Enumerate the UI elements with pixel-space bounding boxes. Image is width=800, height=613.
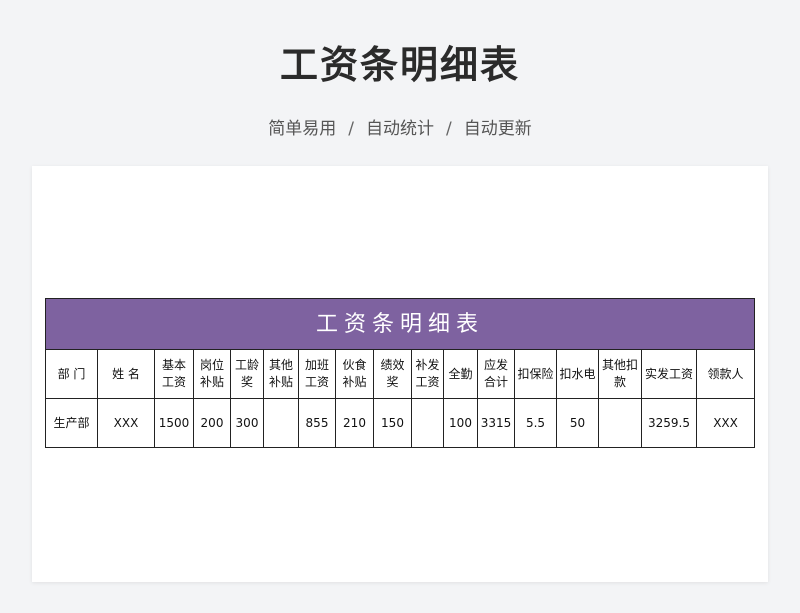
column-header: 其他 补贴 <box>263 349 299 399</box>
header-row: 部 门姓 名基本 工资 岗位 补贴 工龄 奖其他 补贴 加班 工资 伙食 补贴 绩效 奖补… <box>45 349 756 399</box>
table-cell[interactable]: 210 <box>335 398 374 448</box>
feature-tagline: 简单易用 / 自动统计 / 自动更新 <box>0 114 800 139</box>
page-title: 工资条明细表 <box>279 43 520 87</box>
table-cell[interactable] <box>411 398 444 448</box>
tag-auto-update: 自动更新 <box>463 119 532 139</box>
tag-auto-stat: 自动统计 <box>366 119 434 139</box>
column-header: 应发 合计 <box>477 349 515 399</box>
column-header: 领款人 <box>695 349 756 399</box>
spreadsheet-preview: 工资条明细表 部 门姓 名基本 工资 岗位 补贴 工龄 奖其他 补贴 加班 工资 伙食 … <box>32 166 768 582</box>
table-cell[interactable]: 3315 <box>477 398 515 448</box>
column-header: 绩效 奖 <box>373 349 412 399</box>
tag-easy: 简单易用 <box>268 119 337 139</box>
salary-table: 工资条明细表 部 门姓 名基本 工资 岗位 补贴 工龄 奖其他 补贴 加班 工资 伙食 … <box>44 298 756 448</box>
table-cell[interactable]: 150 <box>373 398 412 448</box>
column-header: 扣保险 <box>514 349 557 399</box>
table-cell[interactable]: 5.5 <box>514 398 557 448</box>
table-cell[interactable]: 300 <box>230 398 264 448</box>
column-header: 工龄 奖 <box>230 349 264 399</box>
column-header: 姓 名 <box>97 349 155 399</box>
table-cell[interactable]: 1500 <box>154 398 194 448</box>
column-header: 岗位 补贴 <box>193 349 231 399</box>
table-cell[interactable]: 855 <box>298 398 336 448</box>
column-header: 全勤 <box>443 349 478 399</box>
column-header: 基本 工资 <box>154 349 194 399</box>
table-cell[interactable]: 200 <box>193 398 231 448</box>
column-header: 部 门 <box>45 349 98 399</box>
table-cell[interactable]: 50 <box>556 398 599 448</box>
table-row: 生产部 XXX 1500 200 300 855 210 150 100 3315 5.5 50 325… <box>45 398 756 448</box>
tag-separator: / <box>446 119 452 139</box>
column-header: 其他扣 款 <box>598 349 642 399</box>
table-banner: 工资条明细表 <box>44 298 756 350</box>
tag-separator: / <box>348 119 354 139</box>
table-cell[interactable]: XXX <box>97 398 155 448</box>
table-cell[interactable]: 生产部 <box>45 398 98 448</box>
column-header: 补发 工资 <box>411 349 444 399</box>
table-cell[interactable]: 3259.5 <box>641 398 697 448</box>
table-cell[interactable]: XXX <box>695 398 756 448</box>
table-cell[interactable] <box>598 398 642 448</box>
table-cell[interactable] <box>263 398 299 448</box>
table-cell[interactable]: 100 <box>443 398 478 448</box>
column-header: 实发工资 <box>641 349 697 399</box>
column-header: 加班 工资 <box>298 349 336 399</box>
column-header: 扣水电 <box>556 349 599 399</box>
column-header: 伙食 补贴 <box>335 349 374 399</box>
